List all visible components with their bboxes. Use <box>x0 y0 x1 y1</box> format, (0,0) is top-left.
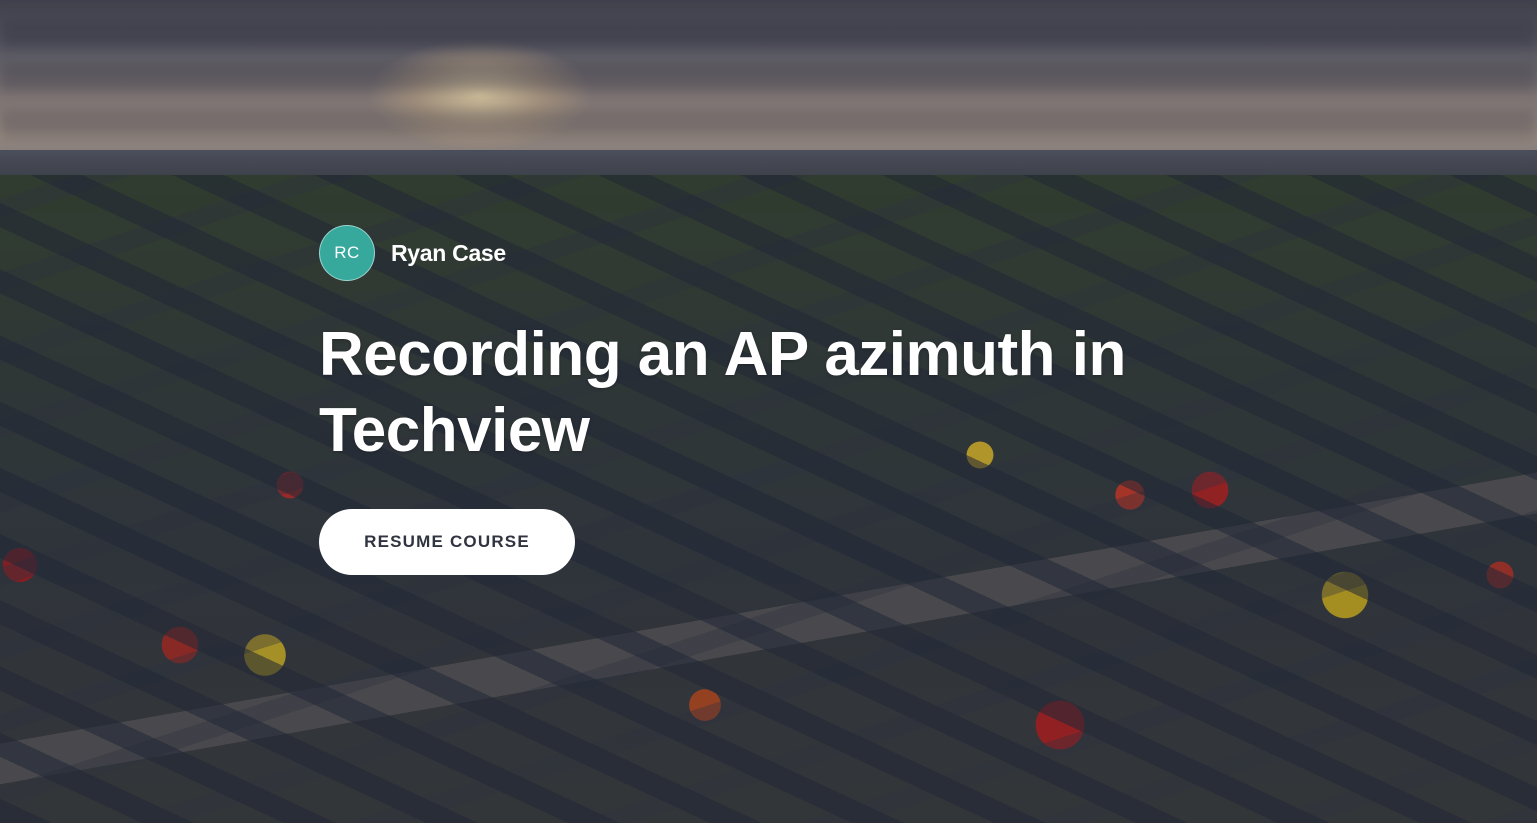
course-title: Recording an AP azimuth in Techview <box>319 320 1126 465</box>
course-hero: RC Ryan Case Recording an AP azimuth in … <box>0 0 1537 823</box>
author-initials: RC <box>334 243 360 262</box>
author-name: Ryan Case <box>391 239 506 266</box>
author-avatar: RC <box>319 225 375 281</box>
author-info: RC Ryan Case <box>319 225 1219 281</box>
resume-course-button[interactable]: RESUME COURSE <box>319 509 575 575</box>
hero-content: RC Ryan Case Recording an AP azimuth in … <box>319 225 1219 575</box>
